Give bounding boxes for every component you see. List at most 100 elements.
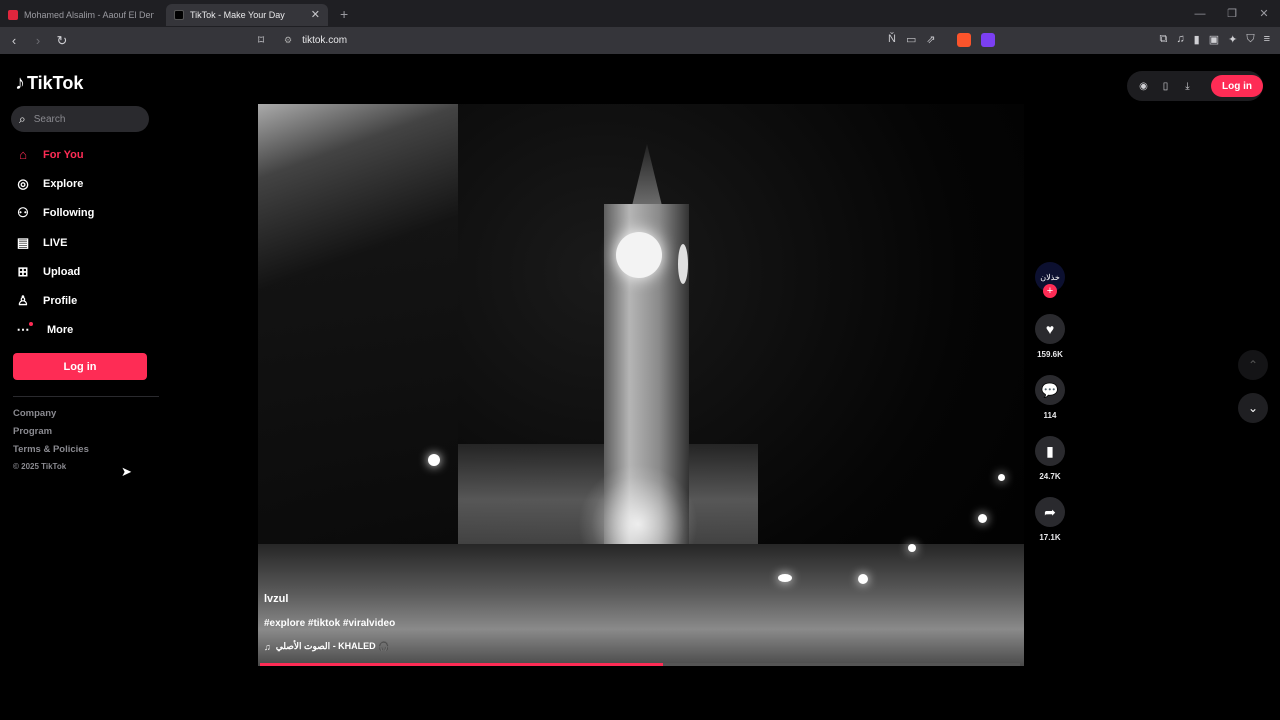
- brave-rewards-icon[interactable]: [981, 33, 995, 47]
- site-settings-icon[interactable]: ⚙: [284, 35, 292, 46]
- next-video-button[interactable]: ⌄: [1238, 393, 1268, 423]
- sidebar-item-label: Following: [43, 207, 95, 220]
- copyright: © 2025 TikTok: [13, 462, 67, 471]
- heart-icon[interactable]: ♥: [1035, 314, 1065, 344]
- search-placeholder: Search: [33, 113, 66, 125]
- search-icon: ⌕: [19, 111, 26, 126]
- video-frame-light: [978, 514, 987, 523]
- translate-icon[interactable]: ⧉: [1160, 33, 1168, 46]
- live-icon: ▤: [16, 234, 30, 250]
- like-action: ♥ 159.6K: [1034, 314, 1066, 359]
- sidebar-login-button[interactable]: Log in: [13, 353, 147, 380]
- back-button[interactable]: ‹: [4, 33, 24, 48]
- video-frame-light: [908, 544, 916, 552]
- video-hashtags[interactable]: #explore #tiktok #viralvideo: [264, 618, 395, 629]
- tiktok-icon: [174, 9, 184, 20]
- sidebar-icon[interactable]: ▮: [1194, 33, 1200, 46]
- sidebar-item-profile[interactable]: ♙ Profile: [14, 286, 94, 315]
- video-username[interactable]: lvzul: [264, 593, 395, 605]
- following-icon: ⚇: [17, 205, 29, 221]
- toolbar-icons: ⧉ ♫ ▮ ▣ ✦ ⛉ ≡: [1160, 33, 1270, 46]
- minimize-button[interactable]: —: [1184, 8, 1216, 20]
- video-frame-light: [998, 474, 1005, 481]
- upload-icon: ⊞: [17, 263, 29, 279]
- leo-icon[interactable]: ✦: [1228, 33, 1237, 46]
- sidebar-item-label: LIVE: [43, 236, 68, 249]
- download-icon[interactable]: ⤓: [1181, 81, 1194, 92]
- video-player[interactable]: lvzul #explore #tiktok #viralvideo ♫ الص…: [258, 104, 1024, 666]
- url-text: tiktok.com: [302, 35, 348, 46]
- sidebar-item-live[interactable]: ▤ LIVE: [14, 228, 94, 257]
- reload-button[interactable]: ↻: [52, 33, 72, 49]
- search-input[interactable]: ⌕ Search: [11, 106, 149, 132]
- tiktok-logo-icon: ♪: [15, 72, 25, 94]
- previous-video-button[interactable]: ⌃: [1238, 350, 1268, 380]
- sidebar-item-upload[interactable]: ⊞ Upload: [14, 257, 94, 286]
- media-icon[interactable]: ♫: [1176, 33, 1184, 46]
- wallet-icon[interactable]: ▣: [1209, 33, 1219, 46]
- profile-icon: ♙: [17, 293, 29, 309]
- follow-button[interactable]: +: [1043, 284, 1057, 298]
- sound-title: الصوت الأصلي - KHALED 🎧: [275, 641, 390, 651]
- close-tab-icon[interactable]: ✕: [311, 8, 320, 21]
- notification-dot: [29, 322, 33, 327]
- vpn-icon[interactable]: ⛉: [1246, 33, 1254, 46]
- share-count: 17.1K: [1039, 533, 1061, 542]
- video-frame-light: [428, 454, 440, 466]
- sidebar-item-label: For You: [43, 148, 84, 161]
- comment-action: 💬 114: [1034, 375, 1066, 420]
- video-meta: lvzul #explore #tiktok #viralvideo ♫ الص…: [264, 593, 395, 652]
- video-sound[interactable]: ♫ الصوت الأصلي - KHALED 🎧: [264, 641, 395, 652]
- video-frame-light: [778, 574, 792, 582]
- sidebar-divider: [13, 396, 159, 397]
- browser-tab-bar: Mohamed Alsalim - Aaouf El Denia ( TikTo…: [0, 0, 1280, 27]
- reader-icon[interactable]: Ň: [888, 33, 896, 46]
- sidebar-item-label: More: [47, 324, 74, 337]
- tab-title: TikTok - Make Your Day: [190, 9, 285, 20]
- footer-link-terms[interactable]: Terms & Policies: [13, 444, 89, 462]
- sidebar-item-label: Explore: [43, 177, 84, 190]
- tab-youtube[interactable]: Mohamed Alsalim - Aaouf El Denia (: [0, 4, 162, 26]
- video-frame-clock: [616, 232, 662, 278]
- footer-link-program[interactable]: Program: [13, 426, 89, 444]
- sidebar-item-for-you[interactable]: ⌂ For You: [14, 140, 94, 169]
- share-icon[interactable]: ⇗: [926, 33, 935, 46]
- sidebar-item-label: Upload: [43, 265, 81, 278]
- save-action: ▮ 24.7K: [1034, 436, 1066, 481]
- home-icon: ⌂: [19, 147, 27, 163]
- brave-shields-icon[interactable]: [957, 33, 971, 47]
- music-note-icon: ♫: [264, 641, 271, 652]
- url-actions: Ň ▭ ⇗: [888, 33, 936, 46]
- sidebar-item-more[interactable]: ⋯ More: [14, 316, 94, 345]
- cast-icon[interactable]: ▭: [906, 33, 916, 46]
- top-right-toolbar: ◉ ▯ ⤓ Log in: [1127, 71, 1263, 101]
- share-arrow-icon[interactable]: ➦: [1035, 497, 1065, 527]
- restore-button[interactable]: ❐: [1216, 7, 1248, 20]
- video-progress-bar[interactable]: [260, 663, 1020, 666]
- address-bar: ‹ › ↻ ⌑ ⚙ tiktok.com Ň ▭ ⇗ ⧉ ♫ ▮ ▣ ✦ ⛉ ≡: [0, 27, 1280, 54]
- sidebar-item-label: Profile: [43, 295, 78, 308]
- tab-title: Mohamed Alsalim - Aaouf El Denia (: [24, 9, 154, 20]
- window-controls: — ❐ ✕: [1184, 0, 1280, 27]
- new-tab-button[interactable]: +: [340, 6, 348, 22]
- bookmark-icon[interactable]: ▮: [1035, 436, 1065, 466]
- comment-icon[interactable]: 💬: [1035, 375, 1065, 405]
- forward-button[interactable]: ›: [28, 33, 48, 48]
- sidebar-item-following[interactable]: ⚇ Following: [14, 199, 94, 228]
- header-login-button[interactable]: Log in: [1211, 75, 1263, 97]
- coins-icon[interactable]: ◉: [1137, 81, 1150, 92]
- tiktok-logo[interactable]: ♪ TikTok: [15, 72, 83, 95]
- close-window-button[interactable]: ✕: [1248, 7, 1280, 20]
- video-frame-light: [858, 574, 868, 584]
- mouse-cursor-icon: ➤: [121, 464, 132, 479]
- footer-link-company[interactable]: Company: [13, 408, 89, 426]
- bookmark-icon[interactable]: ⌑: [258, 33, 264, 47]
- tab-tiktok[interactable]: TikTok - Make Your Day ✕: [166, 3, 328, 26]
- video-frame-building: [258, 104, 458, 564]
- menu-icon[interactable]: ≡: [1264, 33, 1270, 46]
- video-frame-clock-side: [678, 244, 688, 284]
- sidebar-footer: Company Program Terms & Policies © 2025 …: [13, 408, 89, 476]
- sidebar-item-explore[interactable]: ◎ Explore: [14, 169, 94, 198]
- video-actions: خذلان + ♥ 159.6K 💬 114 ▮ 24.7K ➦ 17.1K: [1034, 262, 1066, 542]
- mobile-app-icon[interactable]: ▯: [1159, 81, 1172, 92]
